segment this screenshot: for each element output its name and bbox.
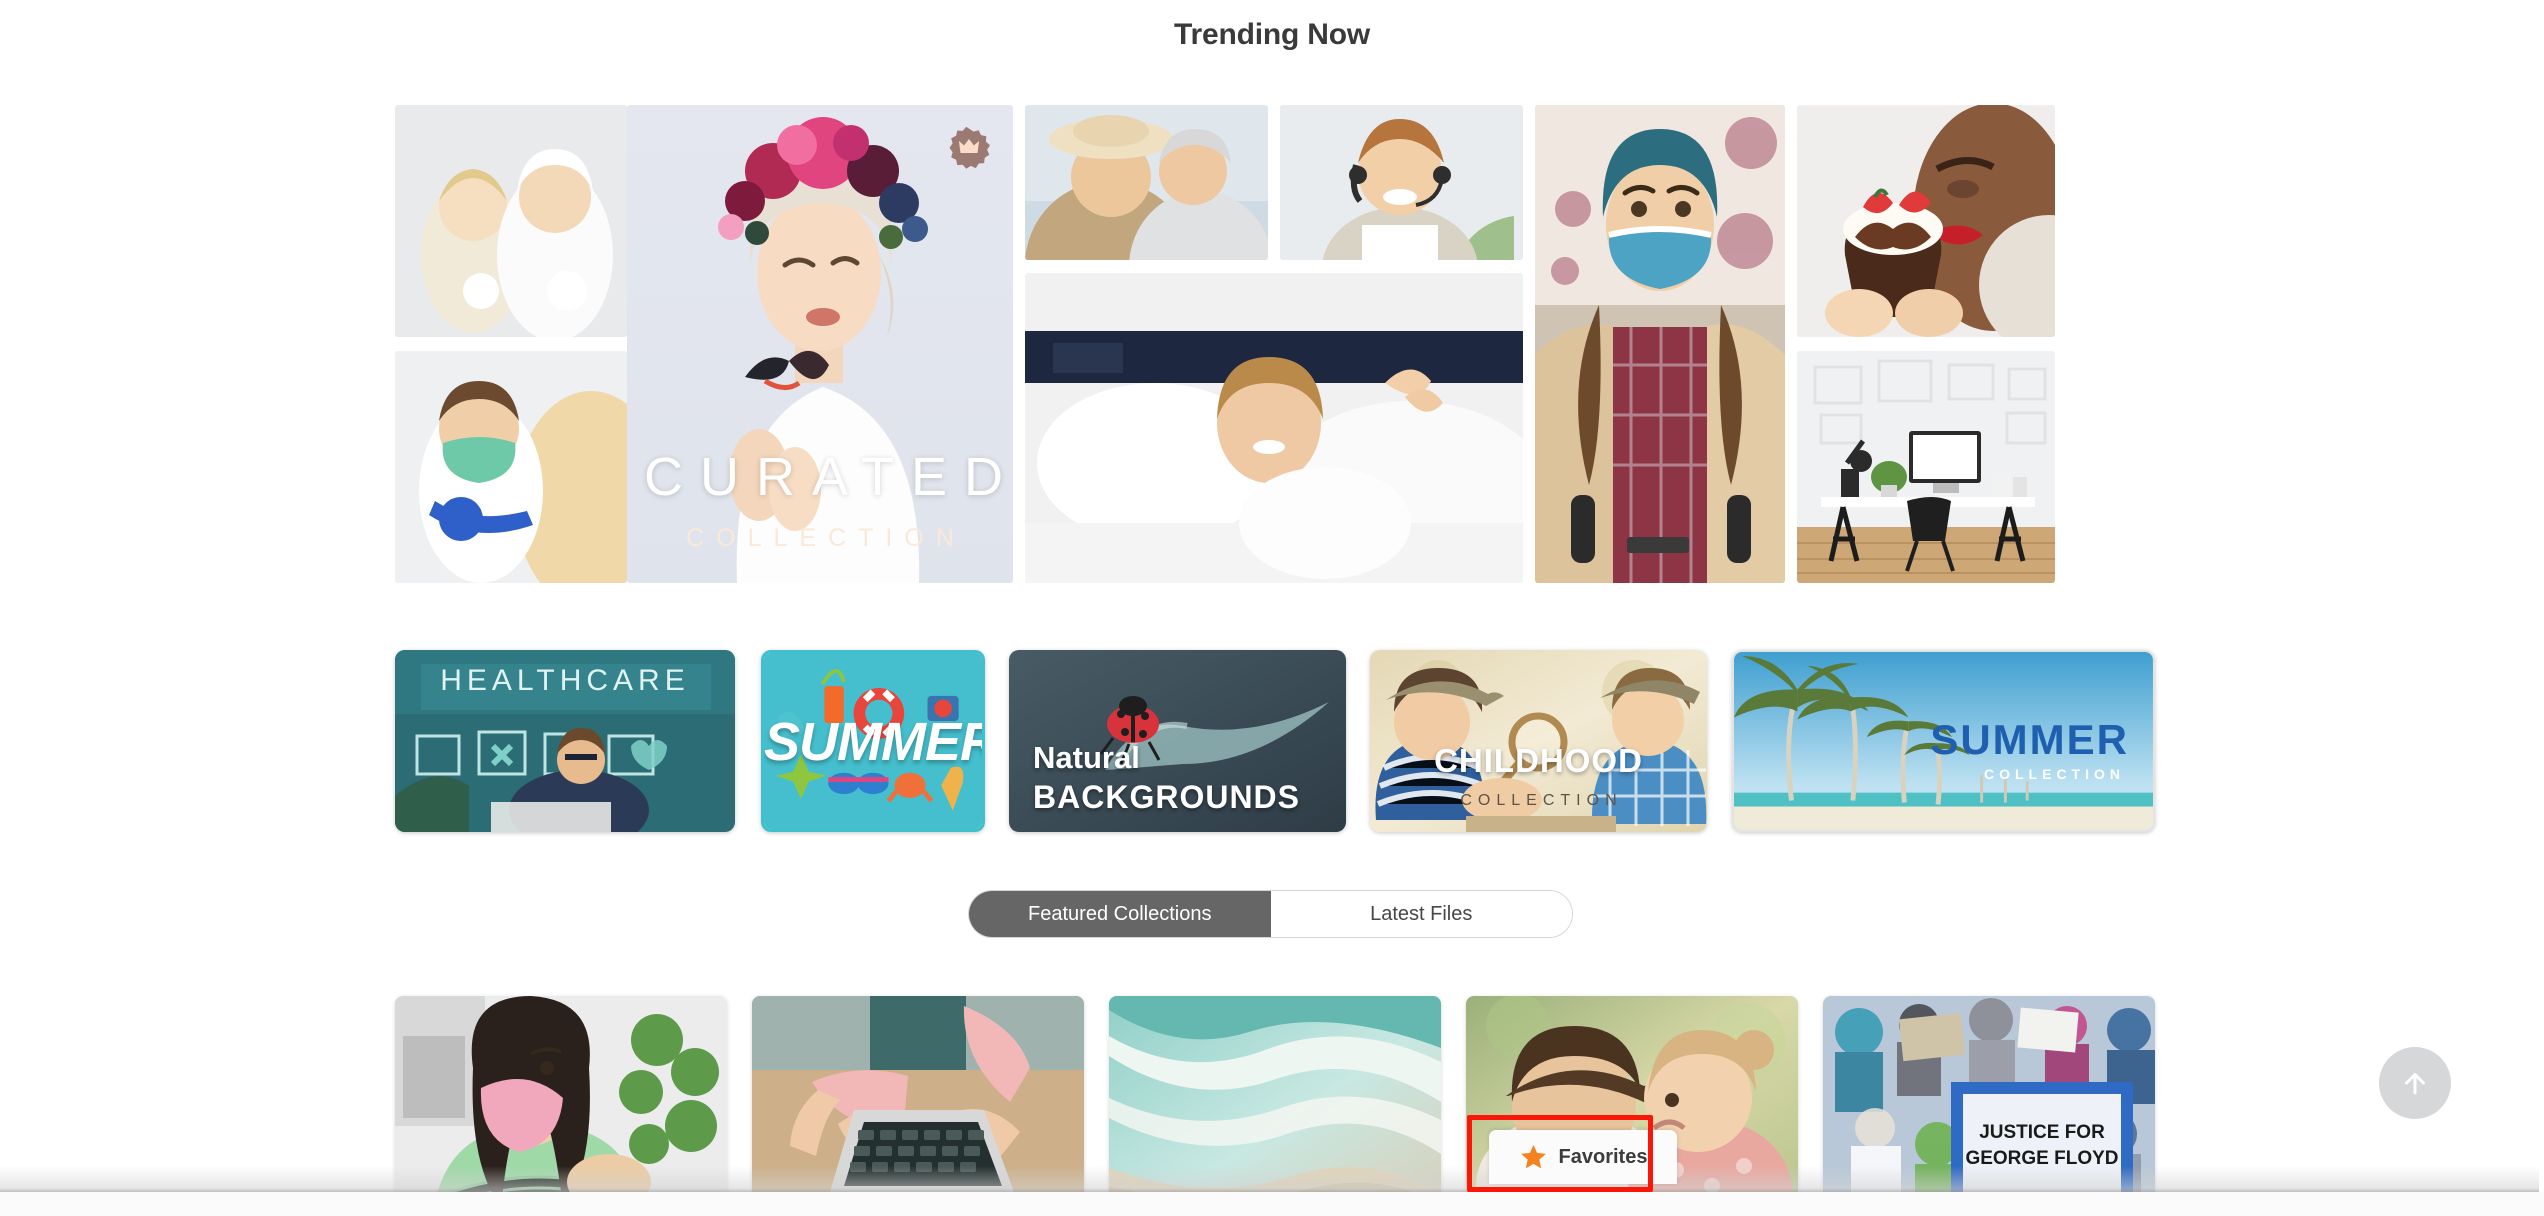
file-card-ocean-waves[interactable] bbox=[1109, 996, 1441, 1216]
trending-tile-masked-student[interactable] bbox=[1535, 105, 1785, 583]
file-card-masked-woman[interactable] bbox=[395, 996, 727, 1216]
content-tabs[interactable]: Featured Collections Latest Files bbox=[968, 890, 1573, 938]
collection-banner-childhood[interactable]: CHILDHOOD COLLECTION bbox=[1370, 650, 1707, 832]
image-cupcake-woman bbox=[1797, 105, 2055, 337]
trending-tile-home-office[interactable] bbox=[1797, 351, 2055, 583]
collection-label-backgrounds: BACKGROUNDS bbox=[1033, 779, 1300, 815]
tab-latest-files[interactable]: Latest Files bbox=[1270, 891, 1572, 937]
curated-caption-line2: COLLECTION bbox=[686, 524, 966, 552]
collection-banner-summer-collection[interactable]: SUMMER COLLECTION bbox=[1732, 650, 2155, 832]
image-protest-sign: JUSTICE FOR GEORGE FLOYD bbox=[1823, 996, 2155, 1216]
curated-badge bbox=[947, 127, 991, 171]
collections-row: HEALTHCARE SUMMER Natural BACKGROUNDS CH… bbox=[395, 650, 2155, 832]
scroll-to-top-button[interactable] bbox=[2379, 1047, 2451, 1119]
trending-tile-cupcake-woman[interactable] bbox=[1797, 105, 2055, 337]
page-scrollbar-gutter[interactable] bbox=[2539, 0, 2544, 1192]
collection-banner-healthcare[interactable]: HEALTHCARE bbox=[395, 650, 735, 832]
trending-tile-woman-bed[interactable] bbox=[1025, 273, 1523, 583]
collection-label-childhood-sub: COLLECTION bbox=[1460, 792, 1623, 809]
image-home-office bbox=[1797, 351, 2055, 583]
favorites-label: Favorites bbox=[1558, 1145, 1648, 1168]
file-card-laptop-hands[interactable] bbox=[752, 996, 1084, 1216]
trending-tile-dentist[interactable] bbox=[395, 351, 627, 583]
page-root: Trending Now CURATED COLLECTION HEALTHCA… bbox=[0, 0, 2544, 1216]
trending-tile-headset-man[interactable] bbox=[1280, 105, 1523, 260]
trending-tile-curated-hero[interactable]: CURATED COLLECTION bbox=[627, 105, 1013, 583]
image-dentist bbox=[395, 351, 627, 583]
protest-sign-line2: GEORGE FLOYD bbox=[1965, 1148, 2118, 1169]
arrow-up-icon bbox=[2405, 1073, 2425, 1095]
image-spa-women bbox=[395, 105, 627, 337]
collection-banner-natural-backgrounds[interactable]: Natural BACKGROUNDS bbox=[1009, 650, 1346, 832]
favorites-button[interactable]: Favorites bbox=[1489, 1130, 1677, 1184]
file-card-protest-sign[interactable]: JUSTICE FOR GEORGE FLOYD bbox=[1823, 996, 2155, 1216]
image-masked-student bbox=[1535, 105, 1785, 583]
collection-label-healthcare: HEALTHCARE bbox=[440, 664, 690, 697]
image-ocean-waves bbox=[1109, 996, 1441, 1216]
curated-caption-line1: CURATED bbox=[644, 447, 1013, 507]
tab-featured-collections[interactable]: Featured Collections bbox=[969, 891, 1271, 937]
collection-label-summer-illustration: SUMMER bbox=[764, 712, 985, 772]
collection-label-summer-collection: SUMMER bbox=[1930, 716, 2129, 763]
star-icon bbox=[1520, 1144, 1546, 1169]
featured-files-row: JUSTICE FOR GEORGE FLOYD bbox=[395, 996, 2155, 1216]
image-senior-couple bbox=[1025, 105, 1268, 260]
page-title: Trending Now bbox=[1174, 18, 1370, 51]
image-masked-woman bbox=[395, 996, 727, 1216]
protest-sign-line1: JUSTICE FOR bbox=[1979, 1122, 2105, 1143]
collection-label-natural: Natural bbox=[1033, 740, 1140, 775]
image-woman-in-bed bbox=[1025, 273, 1523, 583]
collection-banner-summer-illustration[interactable]: SUMMER bbox=[761, 650, 985, 832]
trending-tile-senior-couple[interactable] bbox=[1025, 105, 1268, 260]
page-bottom-band bbox=[0, 1192, 2544, 1216]
collection-label-summer-collection-sub: COLLECTION bbox=[1984, 766, 2125, 782]
curated-caption: CURATED COLLECTION bbox=[627, 446, 1013, 553]
trending-tile-spa-women[interactable] bbox=[395, 105, 627, 337]
trending-grid: CURATED COLLECTION bbox=[395, 105, 2155, 585]
image-laptop-hands bbox=[752, 996, 1084, 1216]
crown-badge-icon bbox=[949, 127, 990, 169]
collection-label-childhood: CHILDHOOD bbox=[1434, 742, 1643, 779]
image-headset-man bbox=[1280, 105, 1523, 260]
